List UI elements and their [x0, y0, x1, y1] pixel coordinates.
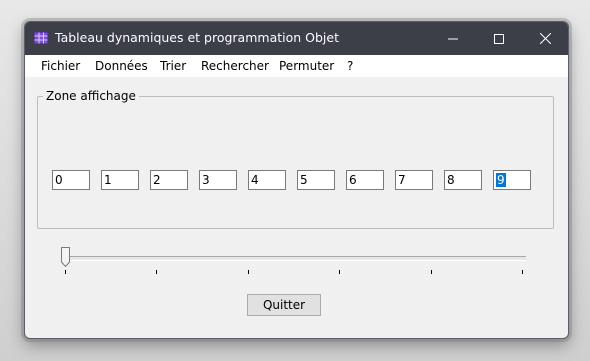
selected-text: 9 — [496, 173, 506, 187]
value-field-9[interactable]: 9 — [493, 170, 531, 190]
value-field-1[interactable]: 1 — [101, 170, 139, 190]
menu-fichier[interactable]: Fichier — [41, 59, 80, 73]
value-field-0[interactable]: 0 — [52, 170, 90, 190]
display-zone-label: Zone affichage — [43, 89, 139, 103]
minimize-icon — [448, 38, 458, 39]
value-field-7[interactable]: 7 — [395, 170, 433, 190]
slider-tick — [156, 270, 157, 274]
value-field-8[interactable]: 8 — [444, 170, 482, 190]
slider-tick — [248, 270, 249, 274]
menu-permuter[interactable]: Permuter — [279, 59, 334, 73]
maximize-icon — [494, 33, 504, 44]
maximize-button[interactable] — [476, 22, 522, 55]
menu-trier[interactable]: Trier — [160, 59, 186, 73]
value-field-4[interactable]: 4 — [248, 170, 286, 190]
close-button[interactable] — [522, 22, 568, 55]
window-title: Tableau dynamiques et programmation Obje… — [55, 30, 339, 45]
slider-track[interactable] — [66, 256, 526, 261]
minimize-button[interactable] — [430, 22, 476, 55]
app-window: Tableau dynamiques et programmation Obje… — [24, 21, 569, 339]
menu-bar: Fichier Données Trier Rechercher Permute… — [25, 55, 568, 77]
slider-tick — [431, 270, 432, 274]
slider-thumb[interactable] — [61, 247, 70, 267]
close-icon — [539, 33, 551, 44]
value-field-5[interactable]: 5 — [297, 170, 335, 190]
menu-rechercher[interactable]: Rechercher — [201, 59, 269, 73]
menu-help[interactable]: ? — [347, 59, 353, 73]
slider-tick — [522, 270, 523, 274]
value-field-6[interactable]: 6 — [346, 170, 384, 190]
menu-donnees[interactable]: Données — [95, 59, 148, 73]
title-bar[interactable]: Tableau dynamiques et programmation Obje… — [25, 22, 568, 55]
slider-tick — [339, 270, 340, 274]
quit-button[interactable]: Quitter — [247, 294, 321, 316]
value-field-3[interactable]: 3 — [199, 170, 237, 190]
display-zone-groupbox — [37, 96, 554, 229]
table-icon — [34, 32, 48, 44]
value-field-2[interactable]: 2 — [150, 170, 188, 190]
slider-tick — [65, 270, 66, 274]
